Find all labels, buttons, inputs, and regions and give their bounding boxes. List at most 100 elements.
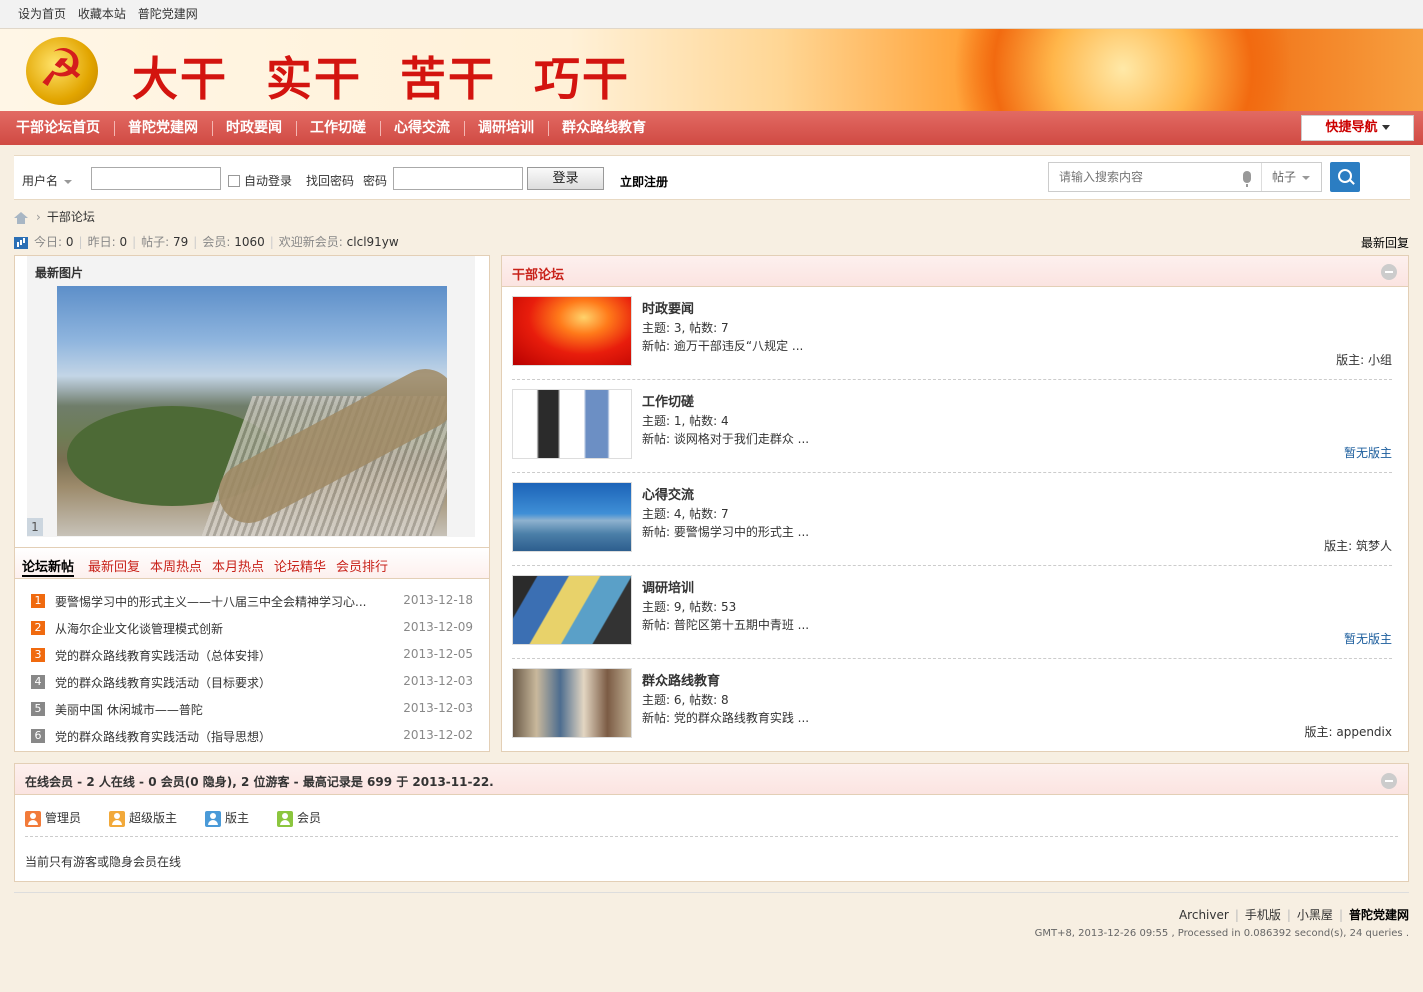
forum-latest-post[interactable]: 新帖: 谈网格对于我们走群众 ... (642, 430, 809, 447)
thread-item[interactable]: 3 党的群众路线教育实践活动（总体安排） 2013-12-05 (31, 645, 473, 665)
nav-experience[interactable]: 心得交流 (380, 111, 464, 145)
thread-item[interactable]: 5 美丽中国 休闲城市——普陀 2013-12-03 (31, 699, 473, 719)
username-type-select[interactable]: 用户名 (22, 172, 73, 189)
slogan-1: 大干 (132, 52, 228, 106)
set-homepage-link[interactable]: 设为首页 (18, 7, 66, 21)
posts-label: 帖子: (141, 235, 170, 249)
auto-login-label[interactable]: 自动登录 (244, 172, 292, 189)
picture-index[interactable]: 1 (27, 518, 43, 536)
archiver-link[interactable]: Archiver (1179, 908, 1229, 922)
forum-name[interactable]: 工作切磋 (642, 391, 694, 410)
thread-rank: 3 (31, 648, 45, 662)
forum-thumbnail[interactable] (512, 575, 632, 645)
forum-list-title[interactable]: 干部论坛 (512, 264, 564, 283)
latest-reply-link[interactable]: 最新回复 (1361, 234, 1409, 251)
legend-super-mod: 超级版主 (109, 809, 177, 827)
forum-name[interactable]: 群众路线教育 (642, 670, 720, 689)
forum-name[interactable]: 调研培训 (642, 577, 694, 596)
main-nav: 干部论坛首页 普陀党建网 时政要闻 工作切磋 心得交流 调研培训 群众路线教育 … (0, 111, 1423, 145)
search-type-select[interactable]: 帖子 (1261, 163, 1323, 191)
thread-title[interactable]: 美丽中国 休闲城市——普陀 (55, 701, 375, 718)
home-icon[interactable] (14, 211, 28, 224)
password-input[interactable] (393, 167, 523, 190)
forum-moderator[interactable]: 版主: 小组 (1336, 351, 1392, 368)
username-input[interactable] (91, 167, 221, 190)
breadcrumb-separator: › (36, 210, 41, 224)
thread-item[interactable]: 6 党的群众路线教育实践活动（指导思想） 2013-12-02 (31, 726, 473, 746)
newest-member-link[interactable]: clcl91yw (347, 235, 399, 249)
tab-member-ranking[interactable]: 会员排行 (336, 556, 388, 575)
forum-counts: 主题: 1, 帖数: 4 (642, 414, 729, 428)
posts-count: 79 (173, 235, 189, 249)
thread-item[interactable]: 2 从海尔企业文化谈管理模式创新 2013-12-09 (31, 618, 473, 638)
header-banner: 大干实干苦干巧干 (0, 29, 1423, 111)
thread-tabs: 论坛新帖 最新回复 本周热点 本月热点 论坛精华 会员排行 (15, 547, 489, 579)
featured-photo[interactable] (57, 286, 447, 536)
left-panel: 最新图片 1 论坛新帖 最新回复 本周热点 本月热点 论坛精华 会员排行 1 要… (14, 255, 490, 752)
nav-research-training[interactable]: 调研培训 (464, 111, 548, 145)
thread-title[interactable]: 党的群众路线教育实践活动（总体安排） (55, 647, 375, 664)
search-input[interactable] (1049, 163, 1259, 191)
thread-title[interactable]: 从海尔企业文化谈管理模式创新 (55, 620, 375, 637)
thread-title[interactable]: 党的群众路线教育实践活动（目标要求） (55, 674, 375, 691)
yesterday-label: 昨日: (87, 235, 116, 249)
blackroom-link[interactable]: 小黑屋 (1297, 908, 1333, 922)
forum-name[interactable]: 时政要闻 (642, 298, 694, 317)
forum-name[interactable]: 心得交流 (642, 484, 694, 503)
slogan-2: 实干 (266, 52, 362, 106)
nav-putuo-party[interactable]: 普陀党建网 (114, 111, 212, 145)
thread-date: 2013-12-05 (403, 647, 473, 661)
collapse-icon[interactable] (1381, 773, 1397, 789)
forum-moderator[interactable]: 版主: 筑梦人 (1324, 537, 1392, 554)
tab-new-threads[interactable]: 论坛新帖 (22, 556, 75, 577)
breadcrumb-current[interactable]: 干部论坛 (47, 210, 95, 224)
forum-thumbnail[interactable] (512, 668, 632, 738)
tab-monthly-hot[interactable]: 本月热点 (212, 556, 264, 575)
collapse-icon[interactable] (1381, 264, 1397, 280)
login-button[interactable]: 登录 (527, 167, 604, 190)
mobile-link[interactable]: 手机版 (1245, 908, 1281, 922)
nav-mass-line[interactable]: 群众路线教育 (548, 111, 660, 145)
legend-admin-label: 管理员 (45, 811, 82, 825)
bookmark-link[interactable]: 收藏本站 (78, 7, 126, 21)
forum-latest-post[interactable]: 新帖: 普陀区第十五期中青班 ... (642, 616, 809, 633)
welcome-label: 欢迎新会员: (278, 235, 343, 249)
nav-work-discuss[interactable]: 工作切磋 (296, 111, 380, 145)
legend-super-mod-label: 超级版主 (129, 811, 178, 825)
forum-item-mass-line: 群众路线教育 主题: 6, 帖数: 8 新帖: 党的群众路线教育实践 ... 版… (512, 659, 1392, 752)
putuo-party-link[interactable]: 普陀党建网 (138, 7, 198, 21)
forum-thumbnail[interactable] (512, 296, 632, 366)
forum-counts: 主题: 3, 帖数: 7 (642, 321, 729, 335)
thread-item[interactable]: 1 要警惕学习中的形式主义——十八届三中全会精神学习心... 2013-12-1… (31, 591, 473, 611)
auto-login-checkbox[interactable] (228, 175, 240, 187)
thread-date: 2013-12-02 (403, 728, 473, 742)
tab-weekly-hot[interactable]: 本周热点 (150, 556, 202, 575)
tab-digest[interactable]: 论坛精华 (274, 556, 326, 575)
forum-moderator[interactable]: 暂无版主 (1344, 444, 1392, 461)
forum-thumbnail[interactable] (512, 482, 632, 552)
quick-nav-button[interactable]: 快捷导航 (1301, 115, 1414, 141)
search-button[interactable] (1330, 162, 1360, 192)
forum-latest-post[interactable]: 新帖: 党的群众路线教育实践 ... (642, 709, 809, 726)
forum-latest-post[interactable]: 新帖: 逾万干部违反“八规定 ... (642, 337, 803, 354)
find-password-link[interactable]: 找回密码 (306, 172, 354, 189)
nav-politics-news[interactable]: 时政要闻 (212, 111, 296, 145)
legend-mod-label: 版主 (225, 811, 250, 825)
forum-moderator[interactable]: 版主: appendix (1305, 723, 1393, 740)
online-members-title[interactable]: 在线会员 - 2 人在线 - 0 会员(0 隐身), 2 位游客 - 最高记录是… (25, 773, 494, 790)
forum-latest-post[interactable]: 新帖: 要警惕学习中的形式主 ... (642, 523, 809, 540)
nav-forum-home[interactable]: 干部论坛首页 (2, 111, 114, 145)
forum-moderator[interactable]: 暂无版主 (1344, 630, 1392, 647)
thread-title[interactable]: 党的群众路线教育实践活动（指导思想） (55, 728, 375, 745)
yesterday-count: 0 (119, 235, 128, 249)
microphone-icon[interactable] (1243, 171, 1251, 187)
site-name-link[interactable]: 普陀党建网 (1349, 908, 1409, 922)
party-emblem-icon (26, 37, 98, 105)
register-link[interactable]: 立即注册 (620, 173, 668, 190)
thread-title[interactable]: 要警惕学习中的形式主义——十八届三中全会精神学习心... (55, 593, 375, 610)
forum-thumbnail[interactable] (512, 389, 632, 459)
tab-latest-replies[interactable]: 最新回复 (88, 556, 140, 575)
thread-item[interactable]: 4 党的群众路线教育实践活动（目标要求） 2013-12-03 (31, 672, 473, 692)
password-label: 密码 (363, 174, 388, 188)
latest-pictures-title: 最新图片 (35, 266, 84, 280)
